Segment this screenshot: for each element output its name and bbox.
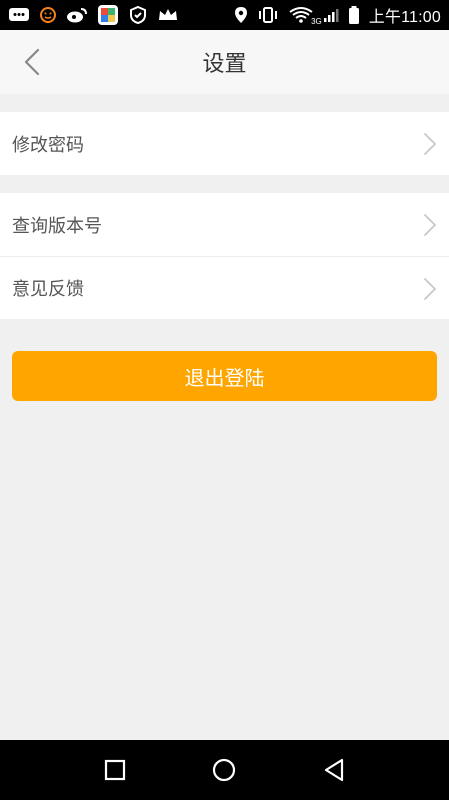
status-bar-right: 3G 上午11:00 [234,3,441,27]
emoji-icon [39,5,57,25]
wifi-icon: 3G [288,5,322,26]
shield-icon [128,5,148,25]
chevron-right-icon [424,214,436,236]
signal-icon [323,5,339,25]
message-icon [8,5,30,25]
recent-apps-icon [104,759,125,781]
menu-item-label: 查询版本号 [12,215,102,237]
settings-group-about: 查询版本号 意见反馈 [0,193,449,319]
home-icon [213,758,236,782]
recent-apps-button[interactable] [95,750,135,790]
menu-item-label: 修改密码 [12,134,84,156]
network-type-label: 3G [311,17,322,26]
weibo-icon [66,5,88,25]
chevron-right-icon [424,278,436,300]
crown-icon [157,5,179,25]
chevron-right-icon [424,133,436,155]
status-bar-left [8,5,179,25]
status-bar: 3G 上午11:00 [0,0,449,30]
home-button[interactable] [204,750,244,790]
system-nav-bar [0,740,449,800]
menu-item-change-password[interactable]: 修改密码 [0,112,449,175]
vibrate-icon [257,5,279,25]
menu-item-label: 意见反馈 [12,279,84,300]
settings-group-account: 修改密码 [0,112,449,175]
back-button[interactable] [14,44,50,80]
back-triangle-icon [325,758,344,782]
menu-item-feedback[interactable]: 意见反馈 [0,256,449,319]
chevron-left-icon [24,48,40,76]
page-title: 设置 [202,52,247,77]
battery-icon [348,5,360,25]
logout-button[interactable]: 退出登陆 [12,351,437,401]
system-back-button[interactable] [314,750,354,790]
app-icon [97,5,119,25]
status-time: 上午11:00 [368,9,441,26]
menu-item-check-version[interactable]: 查询版本号 [0,193,449,256]
header-bar: 设置 [0,30,449,94]
settings-screen: 3G 上午11:00 设置 修改密码 查询版本号 意见反馈 退出登陆 [0,0,449,800]
location-icon [234,5,248,25]
